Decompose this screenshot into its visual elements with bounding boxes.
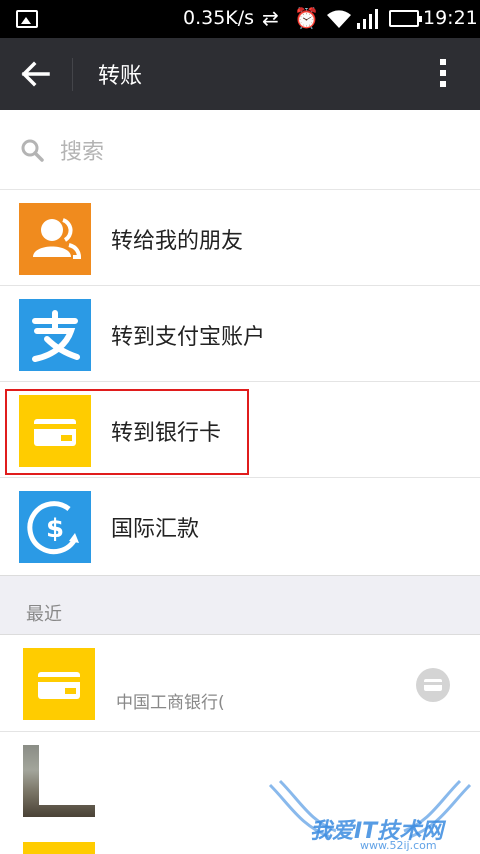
sync-icon: ⇄ — [262, 6, 279, 30]
svg-text:$: $ — [46, 514, 64, 544]
card-icon[interactable] — [416, 668, 450, 702]
battery-icon — [389, 10, 422, 27]
search-icon — [20, 138, 44, 166]
wifi-icon — [326, 9, 352, 33]
option-transfer-to-friend[interactable]: 转给我的朋友 — [0, 190, 480, 286]
more-menu-icon[interactable] — [428, 56, 458, 92]
recent-section-header: 最近 — [0, 575, 480, 635]
page-title: 转账 — [98, 64, 143, 89]
option-label: 国际汇款 — [111, 517, 200, 542]
clock: 19:21 — [423, 7, 478, 29]
alipay-icon — [19, 299, 91, 371]
option-label: 转到支付宝账户 — [111, 325, 266, 350]
signal-icon — [356, 9, 380, 33]
international-remit-icon: $ — [19, 491, 91, 563]
watermark: 我爱IT技术网 www.52ij.com — [260, 775, 480, 854]
bank-card-icon — [23, 842, 95, 854]
header-divider — [72, 58, 73, 91]
alarm-icon: ⏰ — [294, 6, 319, 30]
option-transfer-to-alipay[interactable]: 转到支付宝账户 — [0, 286, 480, 382]
bank-card-icon — [23, 648, 95, 720]
option-international-remittance[interactable]: $ 国际汇款 — [0, 478, 480, 574]
recent-bank: 中国工商银行( — [116, 693, 225, 713]
avatar — [23, 745, 95, 817]
option-label: 转给我的朋友 — [111, 229, 244, 254]
network-speed: 0.35K/s — [183, 7, 255, 29]
search-input[interactable]: 搜索 — [60, 134, 104, 166]
friends-icon — [19, 203, 91, 275]
recent-item[interactable]: 中国工商银行( — [0, 636, 480, 732]
image-icon — [16, 10, 38, 28]
search-bar[interactable]: 搜索 — [0, 110, 480, 190]
status-bar: 0.35K/s ⇄ ⏰ 19:21 — [0, 0, 480, 38]
back-arrow-icon[interactable] — [20, 58, 52, 90]
section-title: 最近 — [26, 604, 62, 625]
highlight-box — [5, 389, 249, 475]
watermark-url: www.52ij.com — [360, 839, 437, 852]
app-header: 转账 — [0, 38, 480, 110]
